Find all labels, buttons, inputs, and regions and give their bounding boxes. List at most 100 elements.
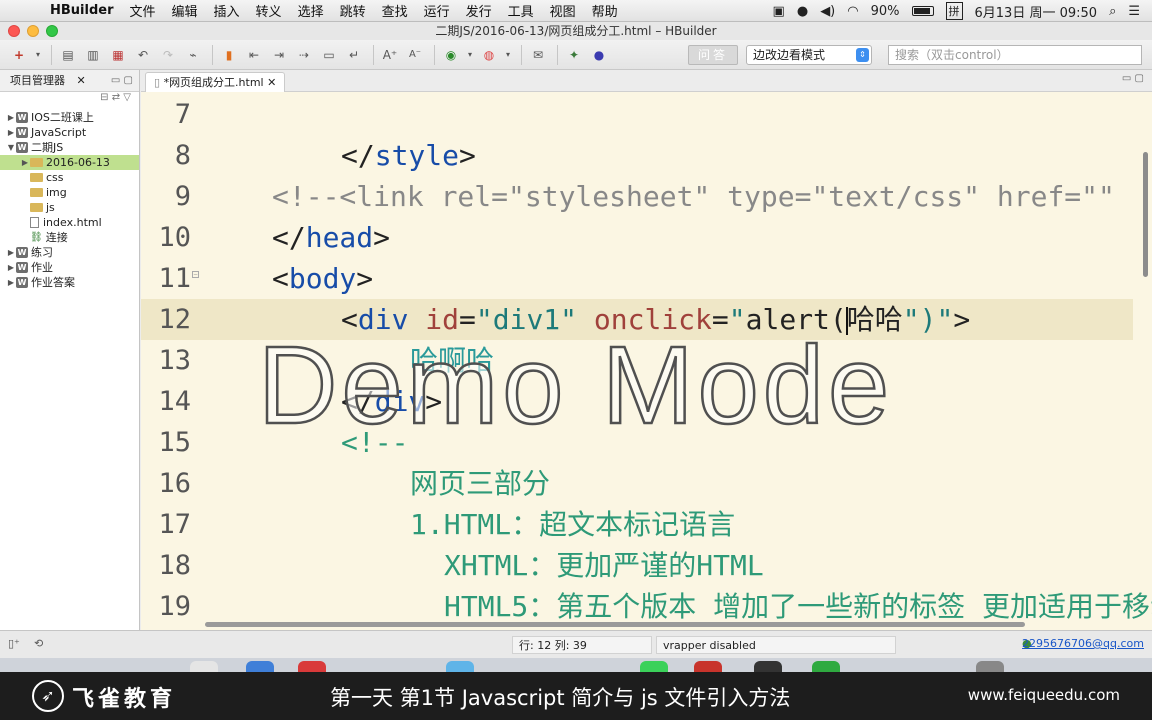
tree-item[interactable]: ▶ W 作业: [0, 260, 139, 275]
redo-icon[interactable]: ↷: [157, 45, 179, 65]
tree-item-label: 练习: [31, 246, 53, 259]
menu-edit[interactable]: 编辑: [164, 1, 206, 20]
dock-app-icon[interactable]: [812, 661, 840, 672]
camera-icon[interactable]: ▣: [773, 4, 785, 19]
tree-item[interactable]: ▶ 2016-06-13: [0, 155, 139, 170]
menu-select[interactable]: 选择: [290, 1, 332, 20]
font-larger-icon[interactable]: A⁺: [379, 45, 401, 65]
window-close-button[interactable]: [8, 25, 20, 37]
wrap-icon[interactable]: ↵: [343, 45, 365, 65]
qq-icon[interactable]: ●: [797, 4, 808, 19]
tree-item[interactable]: js: [0, 200, 139, 215]
tree-item[interactable]: ▶ W 作业答案: [0, 275, 139, 290]
tree-item[interactable]: ▶ W 练习: [0, 245, 139, 260]
run-icon[interactable]: ◉: [440, 45, 462, 65]
prev-bookmark-icon[interactable]: ⇤: [243, 45, 265, 65]
horizontal-scrollbar[interactable]: [205, 622, 1025, 627]
browser-dropdown-icon[interactable]: ▾: [503, 45, 513, 65]
menu-insert[interactable]: 插入: [206, 1, 248, 20]
tree-item[interactable]: css: [0, 170, 139, 185]
dock-app-icon[interactable]: [640, 661, 668, 672]
undo-icon[interactable]: ↶: [132, 45, 154, 65]
dock-app-icon[interactable]: [694, 661, 722, 672]
dock-app-icon[interactable]: [754, 661, 782, 672]
app-menu[interactable]: HBuilder: [42, 3, 122, 18]
tree-item[interactable]: ▶ W IOS二班课上: [0, 110, 139, 125]
menu-goto[interactable]: 跳转: [332, 1, 374, 20]
vertical-scrollbar[interactable]: [1143, 152, 1148, 277]
line-number: 16: [158, 468, 191, 499]
dock-app-icon[interactable]: [298, 661, 326, 672]
volume-icon[interactable]: ◀): [820, 4, 835, 19]
revert-icon[interactable]: ▦: [107, 45, 129, 65]
view-mode-select[interactable]: 边改边看模式 ⇕: [746, 45, 872, 65]
message-icon[interactable]: ✉: [527, 45, 549, 65]
search-input[interactable]: 搜索（双击control）: [888, 45, 1142, 65]
sync-icon[interactable]: ⟲: [34, 637, 43, 650]
collapse-all-icon[interactable]: ⊟: [100, 92, 108, 103]
ask-button[interactable]: 问答: [688, 45, 738, 65]
collapsed-triangle-icon[interactable]: ▶: [6, 110, 16, 125]
new-icon[interactable]: +: [8, 45, 30, 65]
window-minimize-button[interactable]: [27, 25, 39, 37]
dock-app-icon[interactable]: [446, 661, 474, 672]
tree-item[interactable]: ▶ W JavaScript: [0, 125, 139, 140]
menu-publish[interactable]: 发行: [458, 1, 500, 20]
quick-access-icon[interactable]: ▯⁺: [8, 637, 20, 650]
fold-marker-icon[interactable]: –: [192, 271, 199, 278]
user-account-link[interactable]: 2295676706@qq.com: [1022, 637, 1144, 650]
collapsed-triangle-icon[interactable]: ▶: [6, 275, 16, 290]
menu-find[interactable]: 查找: [374, 1, 416, 20]
new-dropdown-icon[interactable]: ▾: [33, 45, 43, 65]
menu-run[interactable]: 运行: [416, 1, 458, 20]
menu-view[interactable]: 视图: [542, 1, 584, 20]
dock-app-icon[interactable]: [246, 661, 274, 672]
input-method-icon[interactable]: 拼: [945, 2, 963, 20]
window-zoom-button[interactable]: [46, 25, 58, 37]
theme-icon[interactable]: ●: [588, 45, 610, 65]
dock-app-icon[interactable]: [976, 661, 1004, 672]
menu-tools[interactable]: 工具: [500, 1, 542, 20]
tree-item[interactable]: img: [0, 185, 139, 200]
comment-icon[interactable]: ▭: [318, 45, 340, 65]
menu-escape[interactable]: 转义: [248, 1, 290, 20]
search-icon[interactable]: ⌕: [1109, 4, 1116, 19]
battery-icon[interactable]: [911, 6, 934, 16]
wifi-icon[interactable]: ◠: [847, 4, 858, 19]
font-smaller-icon[interactable]: A⁻: [404, 45, 426, 65]
menu-file[interactable]: 文件: [122, 1, 164, 20]
web-project-icon: W: [16, 112, 28, 123]
collapsed-triangle-icon[interactable]: ▶: [6, 125, 16, 140]
collapsed-triangle-icon[interactable]: ▶: [20, 155, 30, 170]
save-icon[interactable]: ▤: [57, 45, 79, 65]
save-all-icon[interactable]: ▥: [82, 45, 104, 65]
link-editor-icon[interactable]: ⇄: [112, 92, 120, 103]
dock-app-icon[interactable]: [190, 661, 218, 672]
tree-item[interactable]: ▼ W 二期JS: [0, 140, 139, 155]
menu-help[interactable]: 帮助: [584, 1, 626, 20]
close-icon[interactable]: ✕: [267, 76, 276, 89]
indent-icon[interactable]: ⇢: [293, 45, 315, 65]
tree-item[interactable]: index.html: [0, 215, 139, 230]
expanded-triangle-icon[interactable]: ▼: [6, 140, 16, 155]
close-icon[interactable]: ✕: [77, 74, 86, 87]
editor-file-tab[interactable]: ▯ *网页组成分工.html ✕: [145, 72, 286, 92]
editor-maximize-icons[interactable]: ▭ ▢: [1122, 73, 1144, 84]
notification-list-icon[interactable]: ☰: [1128, 4, 1140, 19]
explorer-tab[interactable]: 项目管理器 ✕ ▭ ▢: [0, 70, 139, 92]
run-dropdown-icon[interactable]: ▾: [465, 45, 475, 65]
format-icon[interactable]: ⌁: [182, 45, 204, 65]
bookmark-icon[interactable]: ▮: [218, 45, 240, 65]
collapsed-triangle-icon[interactable]: ▶: [6, 245, 16, 260]
minimize-maximize-icons[interactable]: ▭ ▢: [111, 70, 133, 92]
plugin-icon[interactable]: ✦: [563, 45, 585, 65]
line-number: 7: [174, 99, 191, 130]
battery-percent: 90%: [870, 3, 900, 19]
view-menu-icon[interactable]: ▽: [123, 92, 131, 103]
menu-clock[interactable]: 6月13日 周一 09:50: [975, 2, 1098, 21]
collapsed-triangle-icon[interactable]: ▶: [6, 260, 16, 275]
code-editor[interactable]: 7 8 </style> 9 <!--<link rel="stylesheet…: [141, 92, 1152, 630]
next-bookmark-icon[interactable]: ⇥: [268, 45, 290, 65]
tree-item[interactable]: ⛓ 连接: [0, 230, 139, 245]
browser-icon[interactable]: ◍: [478, 45, 500, 65]
